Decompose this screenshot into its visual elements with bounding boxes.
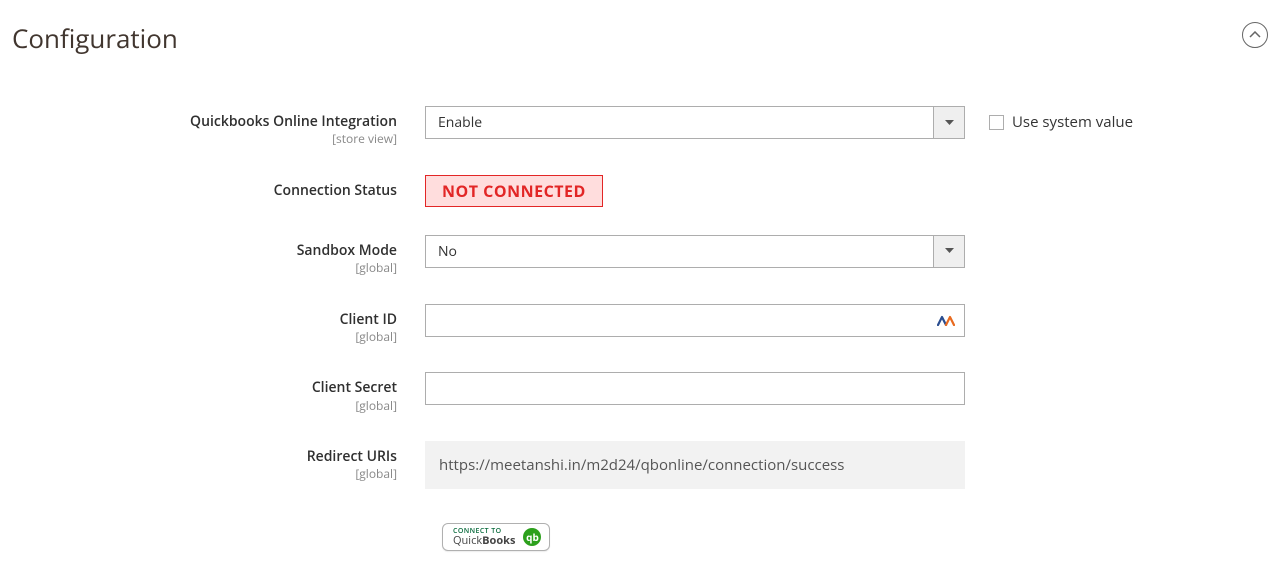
quickbooks-logo-icon: qb xyxy=(523,528,541,546)
field-row-connection-status: Connection Status NOT CONNECTED xyxy=(12,175,1272,207)
field-row-client-secret: Client Secret [global] xyxy=(12,372,1272,413)
redirect-uris-value: https://meetanshi.in/m2d24/qbonline/conn… xyxy=(425,441,965,489)
field-scope: [global] xyxy=(12,329,397,345)
field-scope: [store view] xyxy=(12,131,397,147)
field-scope: [global] xyxy=(12,260,397,276)
field-row-sandbox-mode: Sandbox Mode [global] No xyxy=(12,235,1272,276)
client-id-input[interactable] xyxy=(425,304,965,337)
field-scope: [global] xyxy=(12,466,397,482)
field-label: Quickbooks Online Integration xyxy=(190,112,397,131)
field-label: Sandbox Mode xyxy=(297,241,397,260)
chevron-up-icon xyxy=(1249,31,1261,39)
field-scope: [global] xyxy=(12,398,397,414)
label-col: Quickbooks Online Integration [store vie… xyxy=(12,106,425,147)
client-secret-input[interactable] xyxy=(425,372,965,405)
connect-to-quickbooks-button[interactable]: CONNECT TO QuickBooks qb xyxy=(442,523,550,551)
integration-select[interactable]: Enable xyxy=(425,106,965,139)
dropdown-arrow-icon xyxy=(933,107,964,138)
label-col: Redirect URIs [global] xyxy=(12,441,425,482)
label-col: Connection Status xyxy=(12,175,425,200)
field-row-integration: Quickbooks Online Integration [store vie… xyxy=(12,106,1272,147)
field-label: Connection Status xyxy=(274,181,397,200)
connection-status-badge: NOT CONNECTED xyxy=(425,175,603,207)
page-header: Configuration xyxy=(12,20,1272,56)
field-label: Client ID xyxy=(340,310,397,329)
sandbox-mode-select[interactable]: No xyxy=(425,235,965,268)
label-col: Client Secret [global] xyxy=(12,372,425,413)
page-title: Configuration xyxy=(12,20,178,56)
collapse-section-button[interactable] xyxy=(1242,22,1268,48)
use-system-value-checkbox[interactable] xyxy=(989,115,1004,130)
select-value: No xyxy=(426,242,933,261)
select-value: Enable xyxy=(426,113,933,132)
label-col: Sandbox Mode [global] xyxy=(12,235,425,276)
dropdown-arrow-icon xyxy=(933,236,964,267)
qb-button-text: CONNECT TO QuickBooks xyxy=(453,528,515,546)
field-label: Client Secret xyxy=(312,378,397,397)
label-col: Client ID [global] xyxy=(12,304,425,345)
field-row-redirect-uris: Redirect URIs [global] https://meetanshi… xyxy=(12,441,1272,489)
field-row-client-id: Client ID [global] xyxy=(12,304,1272,345)
field-label: Redirect URIs xyxy=(307,447,397,466)
use-system-value-label: Use system value xyxy=(1012,112,1133,132)
